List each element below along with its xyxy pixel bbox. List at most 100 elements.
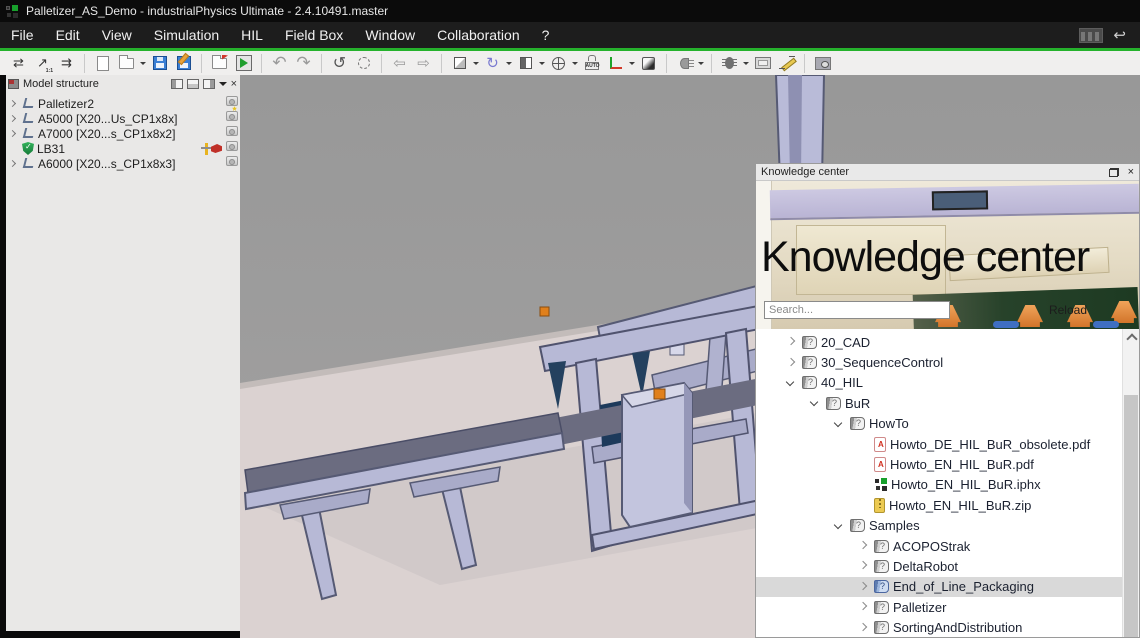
visibility-icon[interactable] bbox=[226, 141, 238, 151]
kc-item-acopostrak[interactable]: ACOPOStrak bbox=[756, 536, 1122, 556]
kc-item-deltarobot[interactable]: DeltaRobot bbox=[756, 556, 1122, 576]
panel-menu-dropdown[interactable] bbox=[219, 82, 227, 90]
model-tree-item-lb31[interactable]: LB31 bbox=[6, 141, 240, 156]
menu-edit[interactable]: Edit bbox=[45, 23, 91, 47]
render-mode-button[interactable] bbox=[638, 53, 659, 74]
kc-item-40-hil[interactable]: 40_HIL bbox=[756, 373, 1122, 393]
search-input[interactable] bbox=[764, 301, 950, 319]
chevron-right-icon[interactable] bbox=[7, 98, 19, 110]
kc-item-palletizer[interactable]: Palletizer bbox=[756, 597, 1122, 617]
chevron-down-icon[interactable] bbox=[832, 519, 846, 533]
kc-item-howto-de-pdf[interactable]: Howto_DE_HIL_BuR_obsolete.pdf bbox=[756, 434, 1122, 454]
clip-plane-dropdown[interactable] bbox=[539, 62, 545, 68]
redo-button[interactable]: ↷ bbox=[293, 53, 314, 74]
debug-dropdown[interactable] bbox=[743, 62, 749, 68]
menu-view[interactable]: View bbox=[91, 23, 143, 47]
open-file-button[interactable] bbox=[116, 53, 137, 74]
chevron-down-icon[interactable] bbox=[832, 417, 846, 431]
visibility-icon[interactable] bbox=[226, 96, 238, 106]
screenshot-button[interactable] bbox=[812, 53, 833, 74]
kc-item-20-cad[interactable]: 20_CAD bbox=[756, 332, 1122, 352]
dock-left-button[interactable] bbox=[171, 79, 183, 89]
rotate-view-button[interactable]: ↻ bbox=[482, 53, 503, 74]
chevron-right-icon[interactable] bbox=[784, 356, 798, 370]
open-project-button[interactable] bbox=[209, 53, 230, 74]
model-tree-item-a6000[interactable]: A6000 [X20...s_CP1x8x3] bbox=[6, 156, 240, 171]
chevron-right-icon[interactable] bbox=[784, 335, 798, 349]
screen-view-button[interactable] bbox=[752, 53, 773, 74]
kc-item-sortinganddistribution[interactable]: SortingAndDistribution bbox=[756, 617, 1122, 637]
kc-item-howto-en-zip[interactable]: Howto_EN_HIL_BuR.zip bbox=[756, 495, 1122, 515]
view-back-button[interactable]: ⇦ bbox=[389, 53, 410, 74]
menu-collaboration[interactable]: Collaboration bbox=[426, 23, 531, 47]
dock-right-button[interactable] bbox=[203, 79, 215, 89]
auto-lock-button[interactable]: AUTO bbox=[581, 53, 602, 74]
menu-window[interactable]: Window bbox=[354, 23, 426, 47]
camera-globe-dropdown[interactable] bbox=[572, 62, 578, 68]
chevron-right-icon[interactable] bbox=[7, 158, 19, 170]
chevron-right-icon[interactable] bbox=[856, 580, 870, 594]
knowledge-center-panel: Knowledge center × Knowledge center Relo… bbox=[755, 163, 1140, 638]
visibility-icon[interactable] bbox=[226, 156, 238, 166]
zoom-fit-button[interactable] bbox=[353, 53, 374, 74]
scrollbar-thumb[interactable] bbox=[1124, 395, 1138, 637]
chevron-right-icon[interactable] bbox=[856, 621, 870, 635]
scroll-up-button[interactable] bbox=[1123, 329, 1139, 345]
new-file-button[interactable] bbox=[92, 53, 113, 74]
menu-simulation[interactable]: Simulation bbox=[143, 23, 230, 47]
chevron-down-icon[interactable] bbox=[784, 376, 798, 390]
clip-plane-button[interactable] bbox=[515, 53, 536, 74]
start-simulation-button[interactable] bbox=[233, 53, 254, 74]
reload-button[interactable]: Reload bbox=[1049, 303, 1087, 317]
debug-bug-button[interactable] bbox=[719, 53, 740, 74]
panel-close-button[interactable]: × bbox=[231, 79, 237, 89]
visibility-icon[interactable] bbox=[226, 111, 238, 121]
kc-item-30-sequencecontrol[interactable]: 30_SequenceControl bbox=[756, 352, 1122, 372]
scrollbar[interactable] bbox=[1122, 329, 1139, 637]
transform-tool-icon[interactable]: ⇉ bbox=[56, 53, 77, 74]
headlight-button[interactable] bbox=[674, 53, 695, 74]
kc-item-end-of-line-packaging[interactable]: End_of_Line_Packaging bbox=[756, 577, 1122, 597]
orbit-view-button[interactable]: ↺ bbox=[329, 53, 350, 74]
menu-file[interactable]: File bbox=[0, 23, 45, 47]
kc-item-howto-en-pdf[interactable]: Howto_EN_HIL_BuR.pdf bbox=[756, 454, 1122, 474]
filmstrip-icon[interactable] bbox=[1079, 28, 1103, 43]
model-tree-item-palletizer2[interactable]: Palletizer2 bbox=[6, 96, 240, 111]
scale-tool-icon[interactable]: ⇄ bbox=[8, 53, 29, 74]
menu-field-box[interactable]: Field Box bbox=[274, 23, 354, 47]
save-button[interactable] bbox=[149, 53, 170, 74]
chevron-right-icon[interactable] bbox=[856, 539, 870, 553]
menu-help[interactable]: ? bbox=[531, 23, 561, 47]
kc-item-howto-en-iphx[interactable]: Howto_EN_HIL_BuR.iphx bbox=[756, 475, 1122, 495]
model-tree-item-a5000[interactable]: A5000 [X20...Us_CP1x8x] bbox=[6, 111, 240, 126]
model-tree-item-a7000[interactable]: A7000 [X20...s_CP1x8x2] bbox=[6, 126, 240, 141]
rotate-view-dropdown[interactable] bbox=[506, 62, 512, 68]
view-cube-button[interactable] bbox=[449, 53, 470, 74]
chevron-right-icon[interactable] bbox=[7, 113, 19, 125]
return-arrow-icon[interactable]: ↩ bbox=[1113, 26, 1126, 44]
camera-globe-button[interactable] bbox=[548, 53, 569, 74]
save-as-button[interactable] bbox=[173, 53, 194, 74]
kc-item-samples[interactable]: Samples bbox=[756, 516, 1122, 536]
measure-tool-button[interactable] bbox=[776, 53, 797, 74]
knowledge-center-header[interactable]: Knowledge center × bbox=[756, 164, 1139, 181]
visibility-icon[interactable] bbox=[226, 126, 238, 136]
coordinate-axes-button[interactable] bbox=[605, 53, 626, 74]
coordinate-axes-dropdown[interactable] bbox=[629, 62, 635, 68]
kc-item-bur[interactable]: BuR bbox=[756, 393, 1122, 413]
headlight-dropdown[interactable] bbox=[698, 62, 704, 68]
kc-item-howto[interactable]: HowTo bbox=[756, 414, 1122, 434]
undo-button[interactable]: ↶ bbox=[269, 53, 290, 74]
chevron-down-icon[interactable] bbox=[808, 396, 822, 410]
view-cube-dropdown[interactable] bbox=[473, 62, 479, 68]
chevron-right-icon[interactable] bbox=[7, 128, 19, 140]
scale-1-1-icon[interactable]: ↗1:1 bbox=[32, 53, 53, 74]
chevron-right-icon[interactable] bbox=[856, 559, 870, 573]
view-forward-button[interactable]: ⇨ bbox=[413, 53, 434, 74]
close-panel-button[interactable]: × bbox=[1128, 168, 1134, 177]
dock-bottom-button[interactable] bbox=[187, 79, 199, 89]
chevron-right-icon[interactable] bbox=[856, 600, 870, 614]
float-panel-button[interactable] bbox=[1109, 168, 1119, 177]
menu-hil[interactable]: HIL bbox=[230, 23, 274, 47]
open-file-dropdown[interactable] bbox=[140, 62, 146, 68]
